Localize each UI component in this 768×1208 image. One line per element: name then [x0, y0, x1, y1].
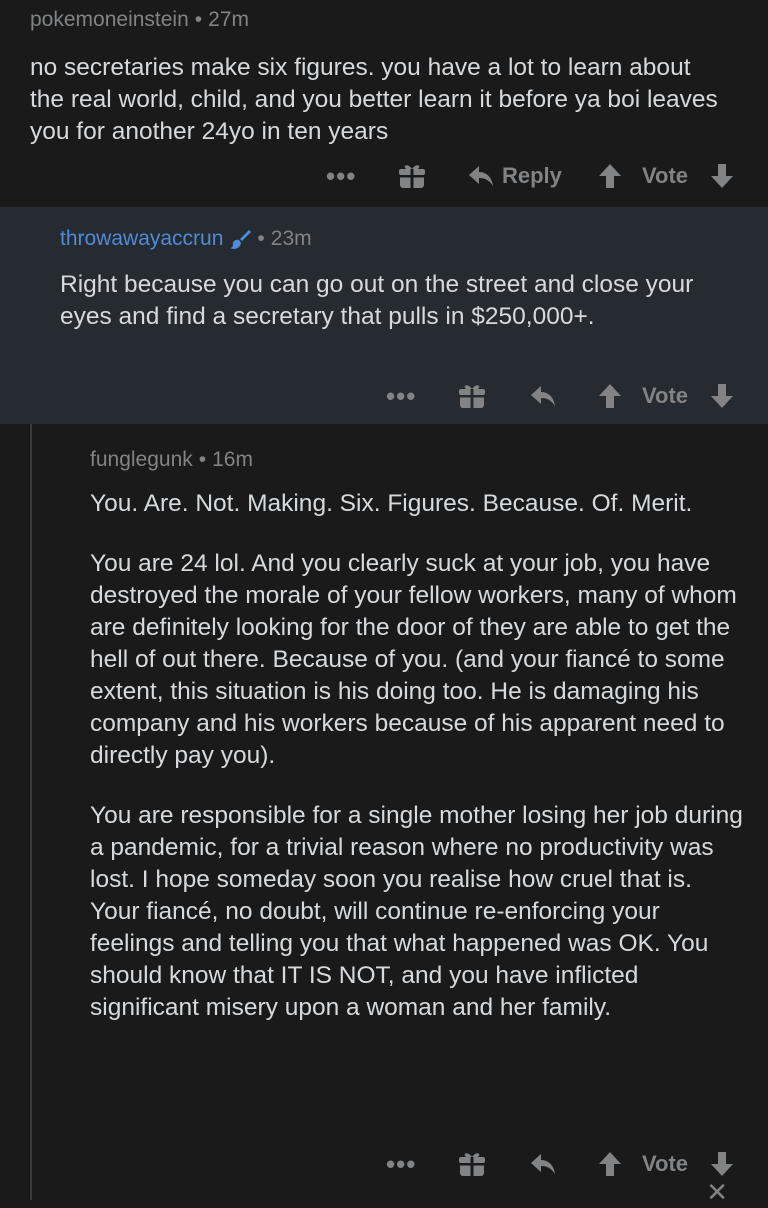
reply-arrow-icon[interactable]	[530, 385, 556, 407]
comment-meta: funglegunk • 16m	[90, 448, 253, 472]
close-icon[interactable]: ✕	[706, 1177, 728, 1208]
comment-paragraph: You are responsible for a single mother …	[90, 802, 743, 1021]
comment-funglegunk: funglegunk • 16m You. Are. Not. Making. …	[0, 424, 768, 1207]
gift-award-icon[interactable]	[398, 162, 426, 190]
comment-actions: ••• Vote	[0, 378, 768, 414]
comment-author[interactable]: throwawayaccrun	[60, 227, 223, 251]
comment-actions: ••• Reply Vote	[0, 158, 768, 194]
gift-award-icon[interactable]	[458, 382, 486, 410]
brush-icon	[229, 228, 252, 250]
comment-time: 23m	[270, 227, 312, 250]
vote-count: Vote	[642, 383, 689, 408]
meta-separator: •	[194, 8, 203, 31]
more-options-button[interactable]: •••	[386, 1151, 416, 1177]
downvote-arrow-icon[interactable]	[710, 1151, 734, 1177]
more-options-button[interactable]: •••	[326, 163, 356, 189]
comment-actions: ••• Vote	[0, 1146, 768, 1182]
comment-paragraph: no secretaries make six figures. you hav…	[30, 54, 718, 145]
comment-meta: throwawayaccrun • 23m	[60, 227, 312, 251]
gift-award-icon[interactable]	[458, 1150, 486, 1178]
upvote-arrow-icon[interactable]	[598, 383, 622, 409]
reply-arrow-icon[interactable]	[530, 1153, 556, 1175]
meta-separator: •	[198, 448, 207, 471]
meta-separator: •	[257, 227, 265, 250]
comment-author[interactable]: pokemoneinstein	[30, 8, 189, 32]
comment-time: 16m	[212, 448, 253, 471]
downvote-arrow-icon[interactable]	[710, 163, 734, 189]
comment-author[interactable]: funglegunk	[90, 448, 193, 472]
comment-paragraph: Right because you can go out on the stre…	[60, 271, 694, 330]
reply-button[interactable]: Reply	[468, 163, 562, 189]
downvote-arrow-icon[interactable]	[710, 383, 734, 409]
more-options-button[interactable]: •••	[386, 383, 416, 409]
comment-paragraph: You are 24 lol. And you clearly suck at …	[90, 550, 737, 769]
comment-paragraph: You. Are. Not. Making. Six. Figures. Bec…	[90, 490, 693, 517]
comment-time: 27m	[208, 8, 249, 31]
comment-body: You. Are. Not. Making. Six. Figures. Bec…	[90, 488, 745, 1024]
comment-meta: pokemoneinstein • 27m	[30, 8, 249, 32]
reply-label: Reply	[502, 163, 562, 188]
vote-count: Vote	[642, 163, 689, 188]
comment-body: no secretaries make six figures. you hav…	[30, 52, 730, 148]
comment-throwawayaccrun: throwawayaccrun • 23m Right because you …	[0, 207, 768, 424]
comment-pokemoneinstein: pokemoneinstein • 27m no secretaries mak…	[0, 0, 768, 207]
upvote-arrow-icon[interactable]	[598, 1151, 622, 1177]
thread-line[interactable]	[30, 424, 32, 1200]
upvote-arrow-icon[interactable]	[598, 163, 622, 189]
reply-arrow-icon	[468, 165, 494, 187]
vote-count: Vote	[642, 1151, 689, 1176]
comment-body: Right because you can go out on the stre…	[60, 269, 740, 333]
